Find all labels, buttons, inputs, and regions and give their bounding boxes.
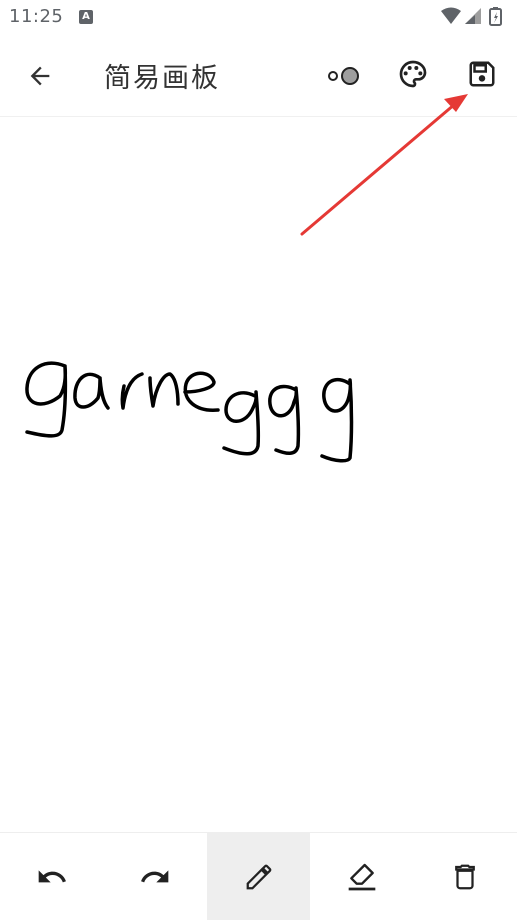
palette-icon bbox=[399, 60, 427, 88]
arrow-back-icon bbox=[30, 66, 50, 86]
battery-icon bbox=[489, 7, 502, 26]
eraser-icon bbox=[348, 863, 376, 890]
drawing-strokes bbox=[25, 361, 354, 463]
save-button[interactable] bbox=[458, 50, 506, 98]
eraser-button[interactable] bbox=[310, 833, 413, 920]
drawing-canvas[interactable] bbox=[0, 117, 517, 831]
brush-size-button[interactable] bbox=[320, 52, 368, 100]
redo-icon bbox=[141, 869, 169, 882]
palette-button[interactable] bbox=[389, 50, 437, 98]
redo-button[interactable] bbox=[103, 833, 206, 920]
pen-icon bbox=[246, 864, 271, 889]
delete-icon bbox=[455, 864, 476, 889]
app-bar: 简易画板 bbox=[0, 36, 517, 117]
text-a-icon: A bbox=[79, 10, 93, 24]
brush-size-icon bbox=[328, 67, 359, 85]
wifi-icon bbox=[441, 7, 461, 24]
status-bar: 11:25 A bbox=[0, 0, 517, 36]
back-button[interactable] bbox=[16, 52, 64, 100]
bottom-toolbar bbox=[0, 832, 517, 920]
status-time: 11:25 bbox=[9, 6, 64, 27]
save-icon bbox=[469, 61, 495, 87]
delete-button[interactable] bbox=[414, 833, 517, 920]
status-icons bbox=[441, 7, 502, 26]
pen-button[interactable] bbox=[206, 833, 311, 920]
undo-icon bbox=[38, 869, 66, 882]
page-title: 简易画板 bbox=[104, 63, 220, 94]
undo-button[interactable] bbox=[0, 833, 103, 920]
